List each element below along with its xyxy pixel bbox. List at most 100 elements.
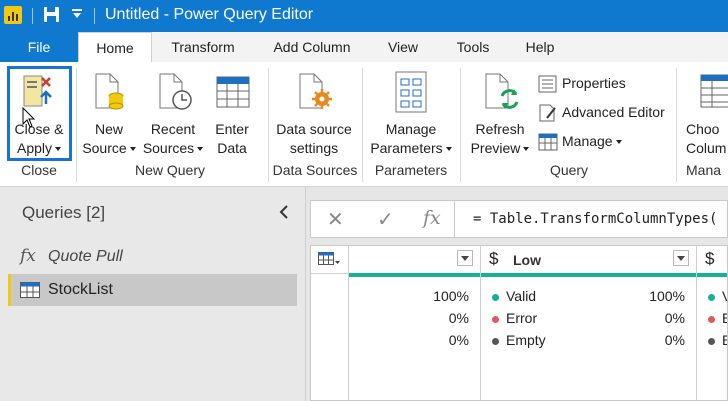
data-source-settings-icon <box>296 72 336 112</box>
empty-dot-icon <box>708 337 715 345</box>
commit-icon[interactable]: ✓ <box>377 207 394 232</box>
fx-icon: fx <box>20 246 36 266</box>
formula-input[interactable]: = Table.TransformColumnTypes( <box>473 211 717 227</box>
empty-label: Empty <box>492 332 546 348</box>
error-dot-icon <box>492 315 499 323</box>
chevron-down-icon <box>129 147 136 152</box>
close-apply-highlight <box>7 66 72 161</box>
ribbon-tabs: File Home Transform Add Column View Tool… <box>0 32 728 62</box>
collapse-pane-icon[interactable] <box>278 203 290 226</box>
chevron-down-icon <box>445 147 452 152</box>
column-quality-bar <box>481 273 696 277</box>
error-percent: 0% <box>448 310 469 326</box>
data-source-settings-button[interactable]: Data source settings <box>272 120 356 158</box>
valid-percent: 100% <box>649 288 685 304</box>
new-source-button[interactable]: New Source <box>80 120 138 158</box>
manage-parameters-button[interactable]: Manage Parameters <box>366 120 456 158</box>
title-bar: Untitled - Power Query Editor <box>0 0 728 32</box>
refresh-icon <box>484 72 520 112</box>
tab-file[interactable]: File <box>0 32 78 62</box>
error-label: Error <box>708 310 727 326</box>
group-label-parameters: Parameters <box>374 162 448 178</box>
chevron-down-icon <box>615 140 622 145</box>
column-filter-dropdown[interactable] <box>457 250 473 266</box>
power-bi-icon[interactable] <box>4 6 22 24</box>
chevron-down-icon <box>523 147 530 152</box>
currency-type-icon[interactable]: $ <box>705 249 714 269</box>
empty-percent: 0% <box>664 332 685 348</box>
chevron-down-icon <box>197 147 204 152</box>
group-separator <box>460 68 461 182</box>
group-separator <box>268 68 269 182</box>
table-menu-header[interactable] <box>311 246 348 274</box>
group-label-new-query: New Query <box>134 162 206 178</box>
enter-data-button[interactable]: Enter Data <box>206 120 258 158</box>
group-label-query: Query <box>549 162 589 178</box>
empty-label: Empty <box>708 332 727 348</box>
choose-columns-icon <box>700 74 728 108</box>
customize-quick-access-icon[interactable] <box>72 9 82 18</box>
tab-home[interactable]: Home <box>78 32 152 62</box>
valid-dot-icon <box>492 293 499 301</box>
valid-label: Valid <box>492 288 536 304</box>
query-item-stocklist[interactable]: StockList <box>8 274 297 306</box>
valid-dot-icon <box>708 293 715 301</box>
advanced-editor-button[interactable]: Advanced Editor <box>538 103 665 122</box>
queries-pane-title: Queries [2] <box>22 203 106 222</box>
error-dot-icon <box>708 315 715 323</box>
formula-bar: ✕ ✓ fx = Table.TransformColumnTypes( <box>310 200 728 238</box>
column-name: Low <box>513 252 541 268</box>
refresh-preview-button[interactable]: Refresh Preview <box>466 120 534 158</box>
group-separator <box>362 68 363 182</box>
query-item-quote-pull[interactable]: fx Quote Pull <box>8 241 297 273</box>
column-quality-bar <box>697 273 727 277</box>
properties-icon <box>538 75 557 93</box>
empty-dot-icon <box>492 337 499 345</box>
group-label-data-sources: Data Sources <box>272 162 358 178</box>
save-icon[interactable] <box>44 7 59 22</box>
group-label-close: Close <box>21 162 57 178</box>
group-separator <box>676 68 677 182</box>
tab-tools[interactable]: Tools <box>448 32 498 62</box>
table-icon <box>20 282 40 303</box>
properties-button[interactable]: Properties <box>538 74 626 93</box>
error-label: Error <box>492 310 537 326</box>
tab-transform[interactable]: Transform <box>160 32 246 62</box>
tab-add-column[interactable]: Add Column <box>266 32 358 62</box>
column-quality-bar <box>349 273 480 277</box>
tab-view[interactable]: View <box>378 32 428 62</box>
window-title: Untitled - Power Query Editor <box>105 6 314 23</box>
tab-help[interactable]: Help <box>518 32 562 62</box>
manage-parameters-icon <box>394 70 428 114</box>
formula-divider <box>454 201 455 237</box>
data-grid: 100% 0% 0% $ Low Valid Error Empty 100% … <box>310 245 728 401</box>
valid-label: Valid <box>708 288 727 304</box>
fx-icon[interactable]: fx <box>423 207 441 229</box>
table-icon <box>538 133 558 151</box>
choose-columns-button[interactable]: Choo Colum <box>686 120 728 158</box>
column-header-low[interactable]: $ Low <box>481 246 696 274</box>
group-separator <box>76 68 77 182</box>
recent-sources-icon <box>158 72 194 112</box>
column-filter-dropdown[interactable] <box>673 250 689 266</box>
column-header[interactable] <box>349 246 480 274</box>
currency-type-icon[interactable]: $ <box>489 249 498 269</box>
table-menu-icon <box>318 252 340 271</box>
queries-pane: Queries [2] fx Quote Pull StockList <box>0 187 306 401</box>
valid-percent: 100% <box>433 288 469 304</box>
title-divider <box>32 8 33 24</box>
advanced-editor-icon <box>539 104 556 122</box>
ribbon: Close & Apply Close New Source Recent So… <box>0 62 728 187</box>
group-label-manage-columns: Mana <box>686 162 722 178</box>
column-header[interactable]: $ <box>697 246 727 274</box>
title-divider <box>94 8 95 24</box>
new-source-icon <box>94 72 124 112</box>
manage-button[interactable]: Manage <box>538 132 622 151</box>
error-percent: 0% <box>664 310 685 326</box>
empty-percent: 0% <box>448 332 469 348</box>
table-icon <box>216 76 250 108</box>
query-item-label: StockList <box>48 281 113 298</box>
recent-sources-button[interactable]: Recent Sources <box>142 120 204 158</box>
query-item-label: Quote Pull <box>48 248 123 265</box>
cancel-icon[interactable]: ✕ <box>327 207 344 232</box>
